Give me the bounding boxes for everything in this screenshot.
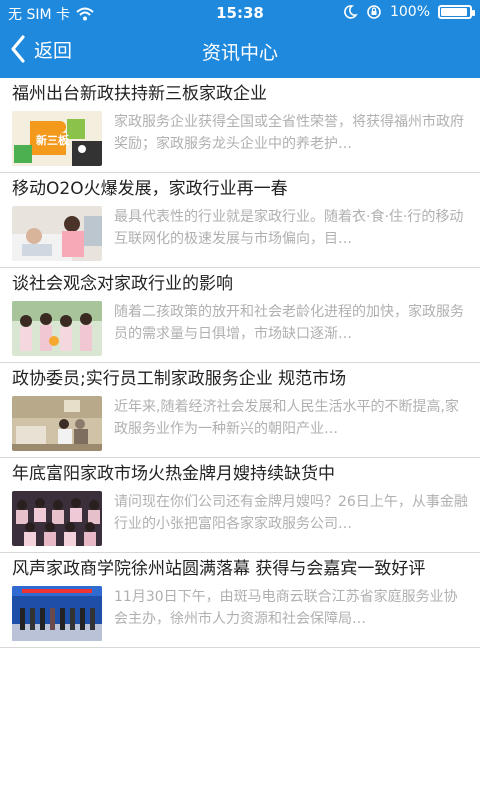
news-summary: 随着二孩政策的放开和社会老龄化进程的加快，家政服务员的需求量与日俱增，市场缺口逐…: [114, 304, 464, 342]
battery-fill: [441, 8, 467, 16]
news-headline: 政协委员;实行员工制家政服务企业 规范市场: [12, 369, 347, 389]
news-headline: 风声家政商学院徐州站圆满落幕 获得与会嘉宾一致好评: [12, 559, 426, 579]
news-thumbnail: [12, 206, 102, 261]
news-item[interactable]: 年底富阳家政市场火热金牌月嫂持续缺货中 请问现在你们公司还有金牌月嫂吗？26日上…: [0, 458, 480, 553]
news-headline: 福州出台新政扶持新三板家政企业: [12, 84, 267, 104]
page-title: 资讯中心: [201, 42, 278, 64]
status-bar: 无 SIM 卡 15:38 100%: [0, 0, 480, 26]
news-item[interactable]: 政协委员;实行员工制家政服务企业 规范市场 近年来,随着经济社会发展和人民生活水…: [0, 363, 480, 458]
news-headline: 移动O2O火爆发展，家政行业再一春: [12, 179, 288, 199]
news-headline: 年底富阳家政市场火热金牌月嫂持续缺货中: [12, 464, 335, 484]
thumb-text: 新三板: [36, 133, 70, 147]
news-summary: 家政服务企业获得全国或全省性荣誉，将获得福州市政府奖励；家政服务龙头企业中的养老…: [114, 114, 464, 152]
news-thumbnail: [12, 586, 102, 641]
news-summary: 最具代表性的行业就是家政行业。随着衣·食·住·行的移动互联网化的极速发展与市场偏…: [114, 209, 464, 247]
news-item[interactable]: 移动O2O火爆发展，家政行业再一春 最具代表性的行业就是家政行业。随着衣·食·住…: [0, 173, 480, 268]
rotation-lock-icon: [366, 4, 382, 20]
nav-bar: 返回 资讯中心: [0, 26, 480, 78]
battery-text: 100%: [389, 4, 430, 20]
news-summary: 请问现在你们公司还有金牌月嫂吗？26日上午，从事金融行业的小张把富阳各家家政服务…: [114, 494, 468, 532]
news-item[interactable]: 福州出台新政扶持新三板家政企业 新三板 家政服务企业获得全国或全省性荣誉，将获得…: [0, 78, 480, 173]
news-list: 福州出台新政扶持新三板家政企业 新三板 家政服务企业获得全国或全省性荣誉，将获得…: [0, 78, 480, 648]
battery-icon: [438, 5, 475, 19]
news-summary: 近年来,随着经济社会发展和人民生活水平的不断提高,家政服务业作为一种新兴的朝阳产…: [114, 399, 459, 437]
news-thumbnail: 新三板: [12, 111, 102, 166]
news-thumbnail: [12, 301, 102, 356]
news-summary: 11月30日下午，由斑马电商云联合江苏省家庭服务业协会主办，徐州市人力资源和社会…: [114, 589, 458, 627]
moon-icon: [342, 4, 358, 20]
status-right: 100%: [342, 4, 475, 20]
news-item[interactable]: 谈社会观念对家政行业的影响 随着二孩政策的放开和社会老龄化进程的加快，家政服务员…: [0, 268, 480, 363]
news-thumbnail: [12, 491, 102, 546]
news-headline: 谈社会观念对家政行业的影响: [12, 274, 233, 294]
news-thumbnail: [12, 396, 102, 451]
news-item[interactable]: 风声家政商学院徐州站圆满落幕 获得与会嘉宾一致好评 11月30日下午，由斑马电商…: [0, 553, 480, 648]
